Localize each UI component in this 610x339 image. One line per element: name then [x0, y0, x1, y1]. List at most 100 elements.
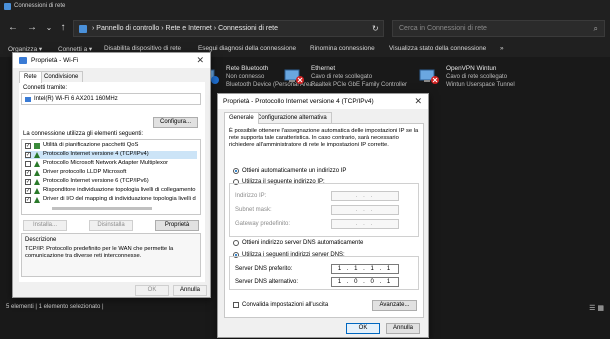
- protocol-icon: [34, 188, 40, 194]
- component-lltd-responder[interactable]: ✓ Risponditore individuazione topologia …: [25, 187, 197, 195]
- explorer-navbar: ← → ⌄ ↑ › Pannello di controllo › Rete e…: [0, 14, 610, 42]
- checkbox[interactable]: ✓: [25, 152, 31, 158]
- tab-alternate-configuration[interactable]: Configurazione alternativa: [252, 112, 332, 123]
- connection-device: Wintun Userspace Tunnel: [446, 82, 515, 88]
- component-qos[interactable]: ✓ Utilità di pianificazione pacchetti Qo…: [25, 142, 197, 150]
- close-icon[interactable]: ✕: [196, 55, 204, 66]
- dialog-title: Proprietà - Protocollo Internet versione…: [223, 98, 374, 105]
- recent-locations-chevron-icon[interactable]: ⌄: [44, 22, 54, 34]
- back-arrow-icon[interactable]: ←: [8, 22, 18, 34]
- gateway-label: Gateway predefinito:: [235, 221, 291, 227]
- component-name: Protocollo Microsoft Network Adapter Mul…: [43, 160, 169, 166]
- description-title: Descrizione: [25, 237, 57, 243]
- forward-arrow-icon[interactable]: →: [27, 22, 37, 34]
- tab-general[interactable]: Generale: [224, 112, 259, 124]
- properties-button[interactable]: Proprietà: [155, 220, 199, 231]
- auto-ip-label[interactable]: Ottieni automaticamente un indirizzo IP: [242, 168, 346, 174]
- list-item[interactable]: OpenVPN Wintun Cavo di rete scollegato W…: [418, 65, 538, 93]
- checkbox[interactable]: ✓: [25, 143, 31, 149]
- component-lltd-mapper[interactable]: ✓ Driver di I/O del mapping di individua…: [25, 196, 197, 204]
- disable-device-button[interactable]: Disabilita dispositivo di rete: [104, 45, 181, 52]
- auto-dns-radio[interactable]: [233, 240, 239, 246]
- gateway-field[interactable]: . . .: [331, 219, 399, 229]
- configure-button[interactable]: Configura...: [153, 117, 198, 128]
- description-text: TCP/IP. Protocollo predefinito per le WA…: [25, 246, 174, 259]
- component-ipv4[interactable]: ✓ Protocollo Internet versione 4 (TCP/IP…: [25, 151, 197, 159]
- network-folder-icon: [4, 3, 11, 10]
- components-list[interactable]: ✓ Utilità di pianificazione pacchetti Qo…: [21, 139, 201, 215]
- more-commands-button[interactable]: »: [500, 45, 504, 52]
- up-arrow-icon[interactable]: ↑: [58, 22, 68, 34]
- connection-name: OpenVPN Wintun: [446, 65, 497, 72]
- dialog-titlebar: Proprietà - Protocollo Internet versione…: [218, 94, 428, 109]
- cancel-button[interactable]: Annulla: [386, 323, 420, 334]
- connection-status: Cavo di rete scollegato: [311, 74, 373, 80]
- subnet-mask-label: Subnet mask:: [235, 207, 272, 213]
- auto-dns-label[interactable]: Ottieni indirizzo server DNS automaticam…: [242, 240, 363, 246]
- connection-status: Non connesso: [226, 74, 265, 80]
- alternate-dns-field[interactable]: 1 . 0 . 0 . 1: [331, 277, 399, 287]
- connection-name: Ethernet: [311, 65, 336, 72]
- validate-label[interactable]: Convalida impostazioni all'uscita: [242, 302, 328, 308]
- checkbox[interactable]: ✓: [25, 197, 31, 203]
- checkbox[interactable]: ✓: [25, 170, 31, 176]
- explorer-titlebar: Connessioni di rete: [0, 0, 610, 14]
- component-name: Protocollo Internet versione 4 (TCP/IPv4…: [43, 151, 149, 157]
- explorer-title: Connessioni di rete: [14, 3, 66, 9]
- address-bar[interactable]: › Pannello di controllo › Rete e Interne…: [73, 20, 384, 37]
- tab-sharing[interactable]: Condivisione: [39, 71, 84, 82]
- subnet-mask-field[interactable]: . . .: [331, 205, 399, 215]
- component-multiplexor[interactable]: Protocollo Microsoft Network Adapter Mul…: [25, 160, 197, 168]
- vpn-adapter-icon: [419, 69, 439, 84]
- connection-device: Realtek PCIe GbE Family Controller: [311, 82, 408, 88]
- alternate-dns-label: Server DNS alternativo:: [235, 279, 299, 285]
- description-group: Descrizione TCP/IP. Protocollo predefini…: [21, 233, 201, 277]
- protocol-icon: [34, 161, 40, 167]
- tab-network[interactable]: Rete: [19, 71, 42, 83]
- uninstall-button[interactable]: Disinstalla: [89, 220, 133, 231]
- wifi-adapter-icon: [19, 57, 27, 64]
- components-label: La connessione utilizza gli elementi seg…: [23, 131, 144, 137]
- horizontal-scrollbar[interactable]: [52, 207, 152, 210]
- view-status-button[interactable]: Visualizza stato della connessione: [389, 45, 486, 52]
- ok-button[interactable]: OK: [135, 285, 169, 296]
- component-name: Utilità di pianificazione pacchetti QoS: [43, 142, 139, 148]
- tcpipv4-properties-dialog: Proprietà - Protocollo Internet versione…: [217, 93, 429, 338]
- advanced-button[interactable]: Avanzate...: [372, 300, 417, 311]
- network-card-icon: [25, 97, 31, 102]
- list-item[interactable]: Rete Bluetooth Non connesso Bluetooth De…: [198, 65, 319, 93]
- preferred-dns-field[interactable]: 1 . 1 . 1 . 1: [331, 264, 399, 274]
- preferred-dns-label: Server DNS preferito:: [235, 266, 293, 272]
- connection-name: Rete Bluetooth: [226, 65, 269, 72]
- adapter-name: Intel(R) Wi-Fi 6 AX201 160MHz: [34, 96, 118, 102]
- component-name: Driver protocollo LLDP Microsoft: [43, 169, 127, 175]
- component-lldp[interactable]: ✓ Driver protocollo LLDP Microsoft: [25, 169, 197, 177]
- list-item[interactable]: Ethernet Cavo di rete scollegato Realtek…: [283, 65, 413, 93]
- close-icon[interactable]: ✕: [414, 96, 422, 107]
- ethernet-icon: [284, 69, 304, 84]
- breadcrumb[interactable]: › Pannello di controllo › Rete e Interne…: [92, 25, 278, 32]
- search-input[interactable]: Cerca in Connessioni di rete ⌕: [392, 20, 605, 37]
- component-name: Risponditore individuazione topologia li…: [43, 187, 196, 193]
- diagnose-button[interactable]: Esegui diagnosi della connessione: [198, 45, 296, 52]
- intro-text: È possibile ottenere l'assegnazione auto…: [229, 128, 419, 148]
- protocol-icon: [34, 170, 40, 176]
- rename-button[interactable]: Rinomina connessione: [310, 45, 375, 52]
- refresh-icon[interactable]: ↻: [372, 24, 379, 33]
- status-text: 5 elementi | 1 elemento selezionato |: [6, 304, 104, 310]
- validate-checkbox[interactable]: [233, 302, 239, 308]
- ip-address-field[interactable]: . . .: [331, 191, 399, 201]
- wifi-properties-dialog: Proprietà - Wi-Fi ✕ Rete Condivisione Co…: [12, 52, 211, 298]
- dialog-titlebar: Proprietà - Wi-Fi ✕: [13, 53, 210, 68]
- ok-button[interactable]: OK: [346, 323, 380, 334]
- cancel-button[interactable]: Annulla: [173, 285, 207, 296]
- checkbox[interactable]: ✓: [25, 179, 31, 185]
- ip-address-label: Indirizzo IP:: [235, 193, 267, 199]
- install-button[interactable]: Installa...: [23, 220, 67, 231]
- component-ipv6[interactable]: ✓ Protocollo Internet versione 6 (TCP/IP…: [25, 178, 197, 186]
- checkbox[interactable]: ✓: [25, 188, 31, 194]
- search-icon: ⌕: [593, 24, 598, 33]
- auto-ip-radio[interactable]: [233, 168, 239, 174]
- checkbox[interactable]: [25, 161, 31, 167]
- view-toggle-icons[interactable]: ☰ ▦: [589, 304, 604, 312]
